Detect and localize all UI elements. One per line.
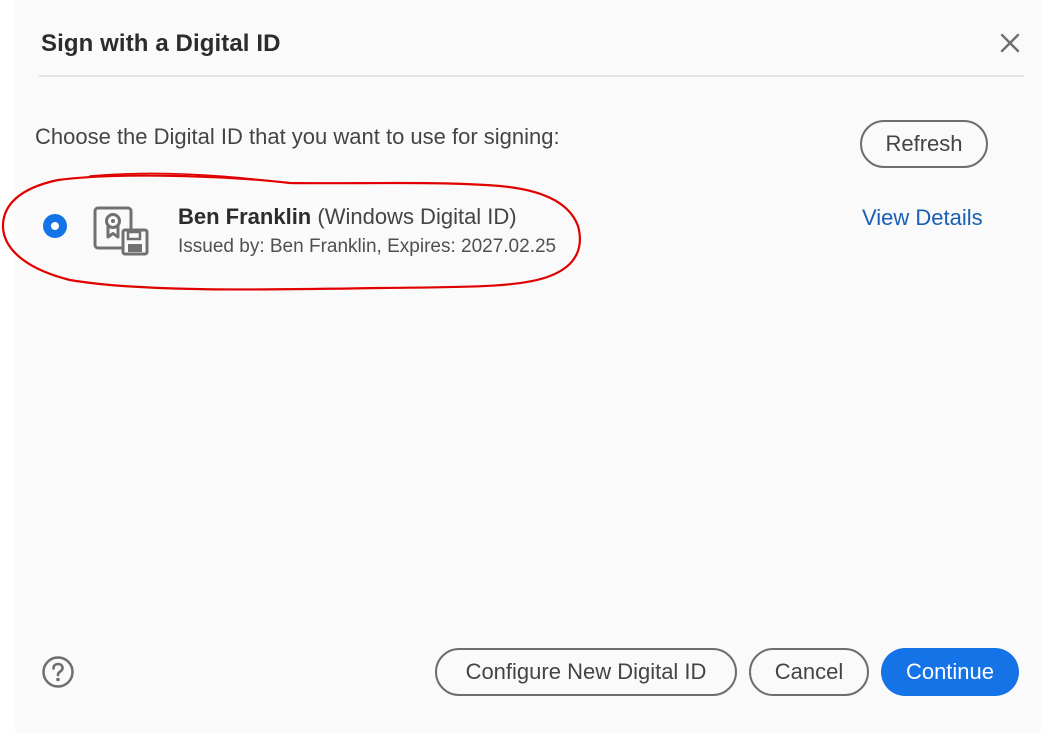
digital-id-type: (Windows Digital ID) xyxy=(317,204,517,229)
sign-digital-id-dialog: Sign with a Digital ID Choose the Digita… xyxy=(15,0,1041,733)
continue-button[interactable]: Continue xyxy=(881,648,1019,696)
digital-id-name: Ben Franklin xyxy=(178,204,312,229)
instruction-text: Choose the Digital ID that you want to u… xyxy=(35,124,560,149)
close-icon[interactable] xyxy=(997,30,1023,56)
view-details-link[interactable]: View Details xyxy=(862,205,983,231)
certificate-icon xyxy=(93,204,149,256)
title-divider xyxy=(39,75,1024,77)
digital-id-details: Issued by: Ben Franklin, Expires: 2027.0… xyxy=(178,236,557,257)
digital-id-radio[interactable] xyxy=(43,214,67,238)
refresh-button[interactable]: Refresh xyxy=(860,120,988,168)
help-icon[interactable] xyxy=(41,655,75,689)
cancel-button[interactable]: Cancel xyxy=(749,648,869,696)
digital-id-title: Ben Franklin (Windows Digital ID) xyxy=(178,204,517,230)
dialog-title: Sign with a Digital ID xyxy=(41,30,281,57)
configure-new-digital-id-button[interactable]: Configure New Digital ID xyxy=(435,648,737,696)
